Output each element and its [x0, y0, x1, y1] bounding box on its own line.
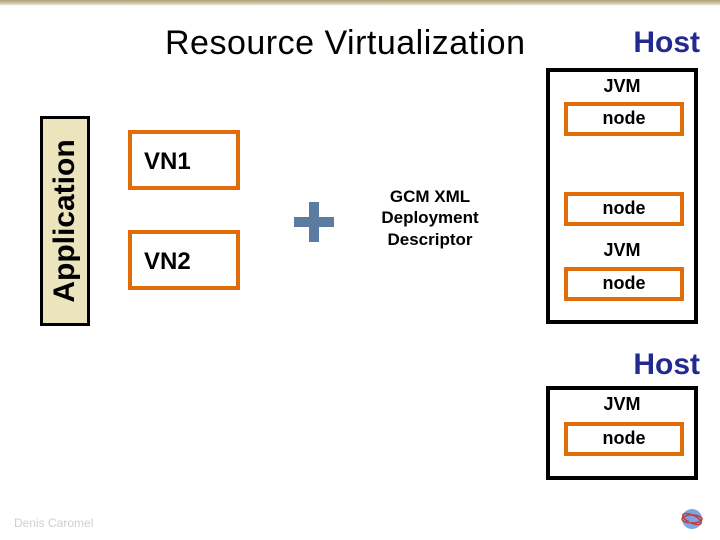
- gcm-line-2: Deployment: [360, 207, 500, 228]
- vn2-box: VN2: [128, 230, 240, 290]
- globe-icon: [676, 508, 708, 530]
- node-label-3: node: [568, 273, 680, 294]
- node-box-1: node: [564, 102, 684, 136]
- jvm-label-2a: JVM: [550, 394, 694, 415]
- gcm-line-1: GCM XML: [360, 186, 500, 207]
- vn1-label: VN1: [144, 148, 191, 176]
- host-label-2: Host: [633, 348, 700, 382]
- footer-author: Denis Caromel: [14, 516, 93, 530]
- node-box-2: node: [564, 192, 684, 226]
- jvm-label-1b: JVM: [550, 240, 694, 261]
- node-label-2: node: [568, 198, 680, 219]
- node-box-4: node: [564, 422, 684, 456]
- host-box-1: JVM node node JVM node: [546, 68, 698, 324]
- jvm-label-1a: JVM: [550, 76, 694, 97]
- vn2-label: VN2: [144, 248, 191, 276]
- application-bar-label: Application: [48, 139, 82, 302]
- host-label-1: Host: [633, 26, 700, 60]
- node-label-4: node: [568, 428, 680, 449]
- application-bar: Application: [40, 116, 90, 326]
- plus-icon: [292, 200, 336, 244]
- node-box-3: node: [564, 267, 684, 301]
- host-box-2: JVM node: [546, 386, 698, 480]
- vn1-box: VN1: [128, 130, 240, 190]
- node-label-1: node: [568, 108, 680, 129]
- gcm-descriptor-text: GCM XML Deployment Descriptor: [360, 186, 500, 250]
- page-title: Resource Virtualization: [165, 24, 526, 63]
- gcm-line-3: Descriptor: [360, 229, 500, 250]
- top-gradient-bar: [0, 0, 720, 6]
